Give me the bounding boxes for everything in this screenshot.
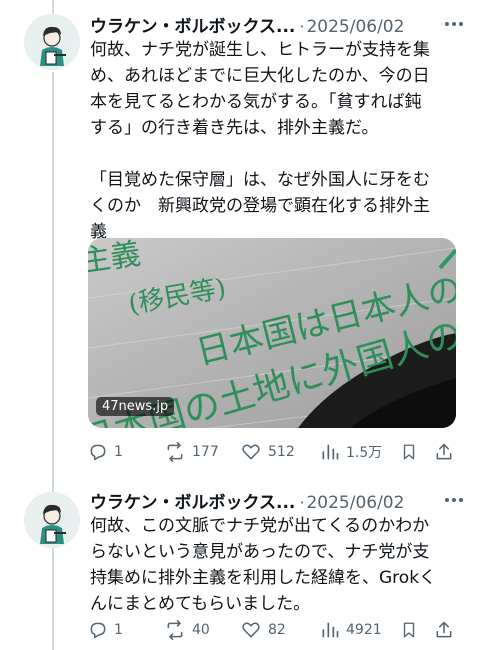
reply-button[interactable]: 1 (88, 440, 123, 464)
reply-icon (90, 622, 106, 639)
like-button[interactable]: 512 (240, 440, 295, 464)
post-text: 何故、この文脈でナチ党が出てくるのかわか らないという意見があったので、ナチ党が… (90, 513, 470, 617)
avatar[interactable] (24, 14, 80, 70)
reply-icon (90, 444, 106, 461)
share-icon (436, 443, 452, 460)
heart-icon (242, 622, 260, 638)
repost-count: 177 (192, 444, 219, 460)
reply-button[interactable]: 1 (88, 618, 123, 642)
text-line: 「目覚めた保守層」は、なぜ外国人に牙をむ (90, 170, 430, 190)
text-line: め、あれほどまでに巨大化したのか、今の日 (90, 66, 430, 86)
text-line: する」の行き着き先は、排外主義だ。 (90, 118, 379, 138)
views-button[interactable]: 4921 (320, 618, 382, 642)
avatar[interactable] (24, 492, 80, 548)
separator: · (299, 493, 305, 512)
bookmark-button[interactable] (400, 618, 418, 642)
link-card[interactable]: 主義 (移民等) 日本国は日本人のもの 日本国の土地に外国人の所 47news.… (88, 238, 456, 428)
repost-icon (167, 620, 183, 640)
separator: · (299, 17, 305, 36)
views-button[interactable]: 1.5万 (320, 440, 382, 464)
text-line: 本を見てるとわかる気がする。「貧すれば鈍 (90, 92, 422, 112)
author-name[interactable]: ウラケン・ボルボックス... (90, 12, 295, 37)
reply-count: 1 (114, 444, 123, 460)
like-button[interactable]: 82 (240, 618, 286, 642)
views-count: 1.5万 (346, 445, 383, 461)
bookmark-button[interactable] (400, 440, 418, 464)
repost-button[interactable]: 40 (164, 618, 210, 642)
repost-button[interactable]: 177 (164, 440, 219, 464)
views-icon (322, 622, 339, 638)
text-line: 何故、ナチ党が誕生し、ヒトラーが支持を集 (90, 40, 430, 60)
text-line: くのか 新興政党の登場で顕在化する排外主 (90, 196, 430, 216)
post[interactable]: ウラケン・ボルボックス... · 2025/06/02 何故、ナチ党が誕生し、ヒ… (0, 0, 480, 470)
text-line: 持集めに排外主義を利用した経緯を、Grokく (90, 568, 437, 588)
share-icon (436, 621, 452, 638)
more-dots-icon[interactable] (442, 14, 466, 34)
author-name[interactable]: ウラケン・ボルボックス... (90, 488, 295, 513)
action-bar: 1 177 512 1.5万 (88, 440, 468, 464)
like-count: 512 (268, 444, 295, 460)
text-line: らないという意見があったので、ナチ党が支 (90, 542, 430, 562)
reply-count: 1 (114, 622, 123, 638)
share-button[interactable] (434, 618, 454, 642)
heart-icon (242, 444, 260, 460)
post-text: 何故、ナチ党が誕生し、ヒトラーが支持を集 め、あれほどまでに巨大化したのか、今の… (90, 37, 470, 245)
post-date[interactable]: 2025/06/02 (306, 493, 404, 513)
more-dots-icon[interactable] (442, 490, 466, 510)
bookmark-icon (403, 622, 415, 638)
views-icon (322, 444, 339, 460)
like-count: 82 (268, 622, 286, 638)
bookmark-icon (403, 444, 415, 460)
text-line: 何故、この文脈でナチ党が出てくるのかわか (90, 516, 430, 536)
repost-icon (167, 442, 183, 462)
text-line: んにまとめてもらいました。 (90, 594, 311, 614)
post[interactable]: ウラケン・ボルボックス... · 2025/06/02 何故、この文脈でナチ党が… (0, 478, 480, 650)
action-bar: 1 40 82 4921 (88, 618, 468, 642)
post-date[interactable]: 2025/06/02 (306, 17, 404, 37)
views-count: 4921 (346, 622, 382, 638)
share-button[interactable] (434, 440, 454, 464)
card-source-badge: 47news.jp (96, 397, 175, 416)
repost-count: 40 (192, 622, 210, 638)
